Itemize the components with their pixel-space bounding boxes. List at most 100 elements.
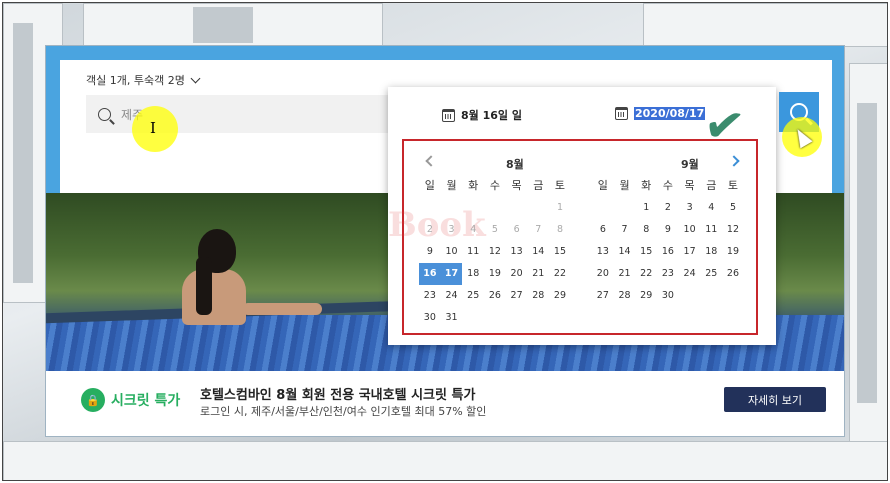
card-top-band xyxy=(46,46,844,60)
weekday-header: 화 xyxy=(641,179,652,192)
calendar-day[interactable]: 7 xyxy=(614,219,636,241)
promo-banner: 🔒 시크릿 특가 호텔스컴바인 8월 회원 전용 국내호텔 시크릿 특가 로그인… xyxy=(46,371,844,436)
weekday-header: 목 xyxy=(511,179,522,192)
calendar-day[interactable]: 10 xyxy=(441,241,463,263)
weekday-header: 일 xyxy=(597,179,608,192)
calendar-day[interactable]: 16 xyxy=(419,263,441,285)
calendar-day[interactable]: 5 xyxy=(722,197,744,219)
calendar-day[interactable]: 3 xyxy=(679,197,701,219)
calendar-day[interactable]: 26 xyxy=(722,263,744,285)
calendar-day[interactable]: 20 xyxy=(506,263,528,285)
calendar-day[interactable]: 15 xyxy=(635,241,657,263)
calendar-day[interactable]: 9 xyxy=(419,241,441,263)
calendar-day[interactable]: 17 xyxy=(440,263,463,285)
calendar-day[interactable]: 24 xyxy=(441,285,463,307)
checkin-field[interactable]: 8월 16일 일 xyxy=(442,107,522,123)
calendar-day[interactable]: 12 xyxy=(484,241,506,263)
calendar-day[interactable]: 14 xyxy=(614,241,636,263)
calendar-day[interactable]: 25 xyxy=(700,263,722,285)
window-strip xyxy=(857,103,877,403)
weekday-header: 월 xyxy=(619,179,630,192)
calendar-day[interactable]: 17 xyxy=(679,241,701,263)
calendar-day[interactable]: 23 xyxy=(657,263,679,285)
calendar-day[interactable]: 21 xyxy=(614,263,636,285)
checkout-date: 2020/08/17 xyxy=(634,107,706,120)
calendar-day[interactable]: 27 xyxy=(506,285,528,307)
chevron-down-icon xyxy=(190,73,201,83)
calendar-day[interactable]: 13 xyxy=(592,241,614,263)
weekday-header: 금 xyxy=(533,179,544,192)
weekday-header: 목 xyxy=(684,179,695,192)
calendar-day[interactable]: 4 xyxy=(700,197,722,219)
checkout-field[interactable]: 2020/08/17 xyxy=(615,107,706,120)
calendar-day[interactable]: 21 xyxy=(527,263,549,285)
lock-icon: 🔒 xyxy=(81,388,105,412)
window-strip xyxy=(193,7,253,43)
guests-label: 객실 1개, 투숙객 2명 xyxy=(86,74,185,87)
calendar-day[interactable]: 28 xyxy=(614,285,636,307)
calendar-day[interactable]: 24 xyxy=(679,263,701,285)
calendar-day: 7 xyxy=(535,224,542,235)
calendar-day[interactable]: 27 xyxy=(592,285,614,307)
calendar-day[interactable]: 10 xyxy=(679,219,701,241)
calendar-day[interactable]: 12 xyxy=(722,219,744,241)
calendar-day[interactable]: 29 xyxy=(549,285,571,307)
secret-deal-label: 시크릿 특가 xyxy=(111,393,181,409)
calendar-day[interactable]: 28 xyxy=(527,285,549,307)
person-figure xyxy=(182,269,246,325)
text-cursor-icon: I xyxy=(150,119,156,137)
calendar-day[interactable]: 18 xyxy=(462,263,484,285)
calendar-day: 1 xyxy=(556,202,563,213)
calendar-day[interactable]: 11 xyxy=(462,241,484,263)
weekday-header: 토 xyxy=(554,179,566,192)
calendar-day[interactable]: 30 xyxy=(419,307,441,329)
calendar-day[interactable]: 23 xyxy=(419,285,441,307)
calendar-day[interactable]: 22 xyxy=(635,263,657,285)
card-right-band xyxy=(830,46,844,196)
weekday-header: 일 xyxy=(424,179,435,192)
calendar-grid-aug: 일 월 화 수 목 금 토 1 2 3 4 5 6 7 8 9 10 11 12 13 14 15 16 17 18 19 20 21… xyxy=(419,175,571,329)
building-top-right xyxy=(643,3,887,47)
calendar-grid-sep: 일 월 화 수 목 금 토 1 2 3 4 5 6 7 8 9 10 11 12 13 14 15 16 17 18 19 20 21… xyxy=(592,175,744,307)
calendar-day: 5 xyxy=(491,224,498,235)
calendar-day[interactable]: 19 xyxy=(484,263,506,285)
checkmark-icon: ✔ xyxy=(700,95,748,157)
promo-title: 호텔스컴바인 8월 회원 전용 국내호텔 시크릿 특가 xyxy=(200,388,476,403)
calendar-day[interactable]: 15 xyxy=(549,241,571,263)
weekday-header: 금 xyxy=(706,179,717,192)
calendar-day: 8 xyxy=(556,224,563,235)
calendar-day: 4 xyxy=(470,224,477,235)
calendar-day[interactable]: 29 xyxy=(635,285,657,307)
calendar-day[interactable]: 1 xyxy=(635,197,657,219)
building-bottom xyxy=(3,441,887,480)
calendar-day[interactable]: 13 xyxy=(506,241,528,263)
calendar-day[interactable]: 25 xyxy=(462,285,484,307)
details-button[interactable]: 자세히 보기 xyxy=(724,387,826,412)
person-hair xyxy=(196,257,212,315)
calendar-day[interactable]: 6 xyxy=(592,219,614,241)
calendar-day[interactable]: 22 xyxy=(549,263,571,285)
calendar-day: 6 xyxy=(513,224,520,235)
checkin-date: 8월 16일 일 xyxy=(461,109,522,122)
guests-selector[interactable]: 객실 1개, 투숙객 2명 xyxy=(86,72,201,88)
calendar-day[interactable]: 9 xyxy=(657,219,679,241)
calendar-day[interactable]: 16 xyxy=(657,241,679,263)
person-arm xyxy=(242,303,322,315)
calendar-day[interactable]: 18 xyxy=(700,241,722,263)
calendar-day[interactable]: 31 xyxy=(441,307,463,329)
calendar-icon xyxy=(615,107,628,120)
calendar-day[interactable]: 30 xyxy=(657,285,679,307)
calendar-day: 2 xyxy=(426,224,433,235)
calendar-day[interactable]: 19 xyxy=(722,241,744,263)
card-left-band xyxy=(46,46,60,196)
calendar-day[interactable]: 8 xyxy=(635,219,657,241)
calendar-day[interactable]: 20 xyxy=(592,263,614,285)
calendar-day[interactable]: 11 xyxy=(700,219,722,241)
weekday-header: 화 xyxy=(468,179,479,192)
weekday-header: 월 xyxy=(446,179,457,192)
calendar-day[interactable]: 2 xyxy=(657,197,679,219)
calendar-day[interactable]: 14 xyxy=(527,241,549,263)
calendar-day[interactable]: 26 xyxy=(484,285,506,307)
calendar-icon xyxy=(442,108,455,122)
weekday-header: 수 xyxy=(662,179,673,192)
